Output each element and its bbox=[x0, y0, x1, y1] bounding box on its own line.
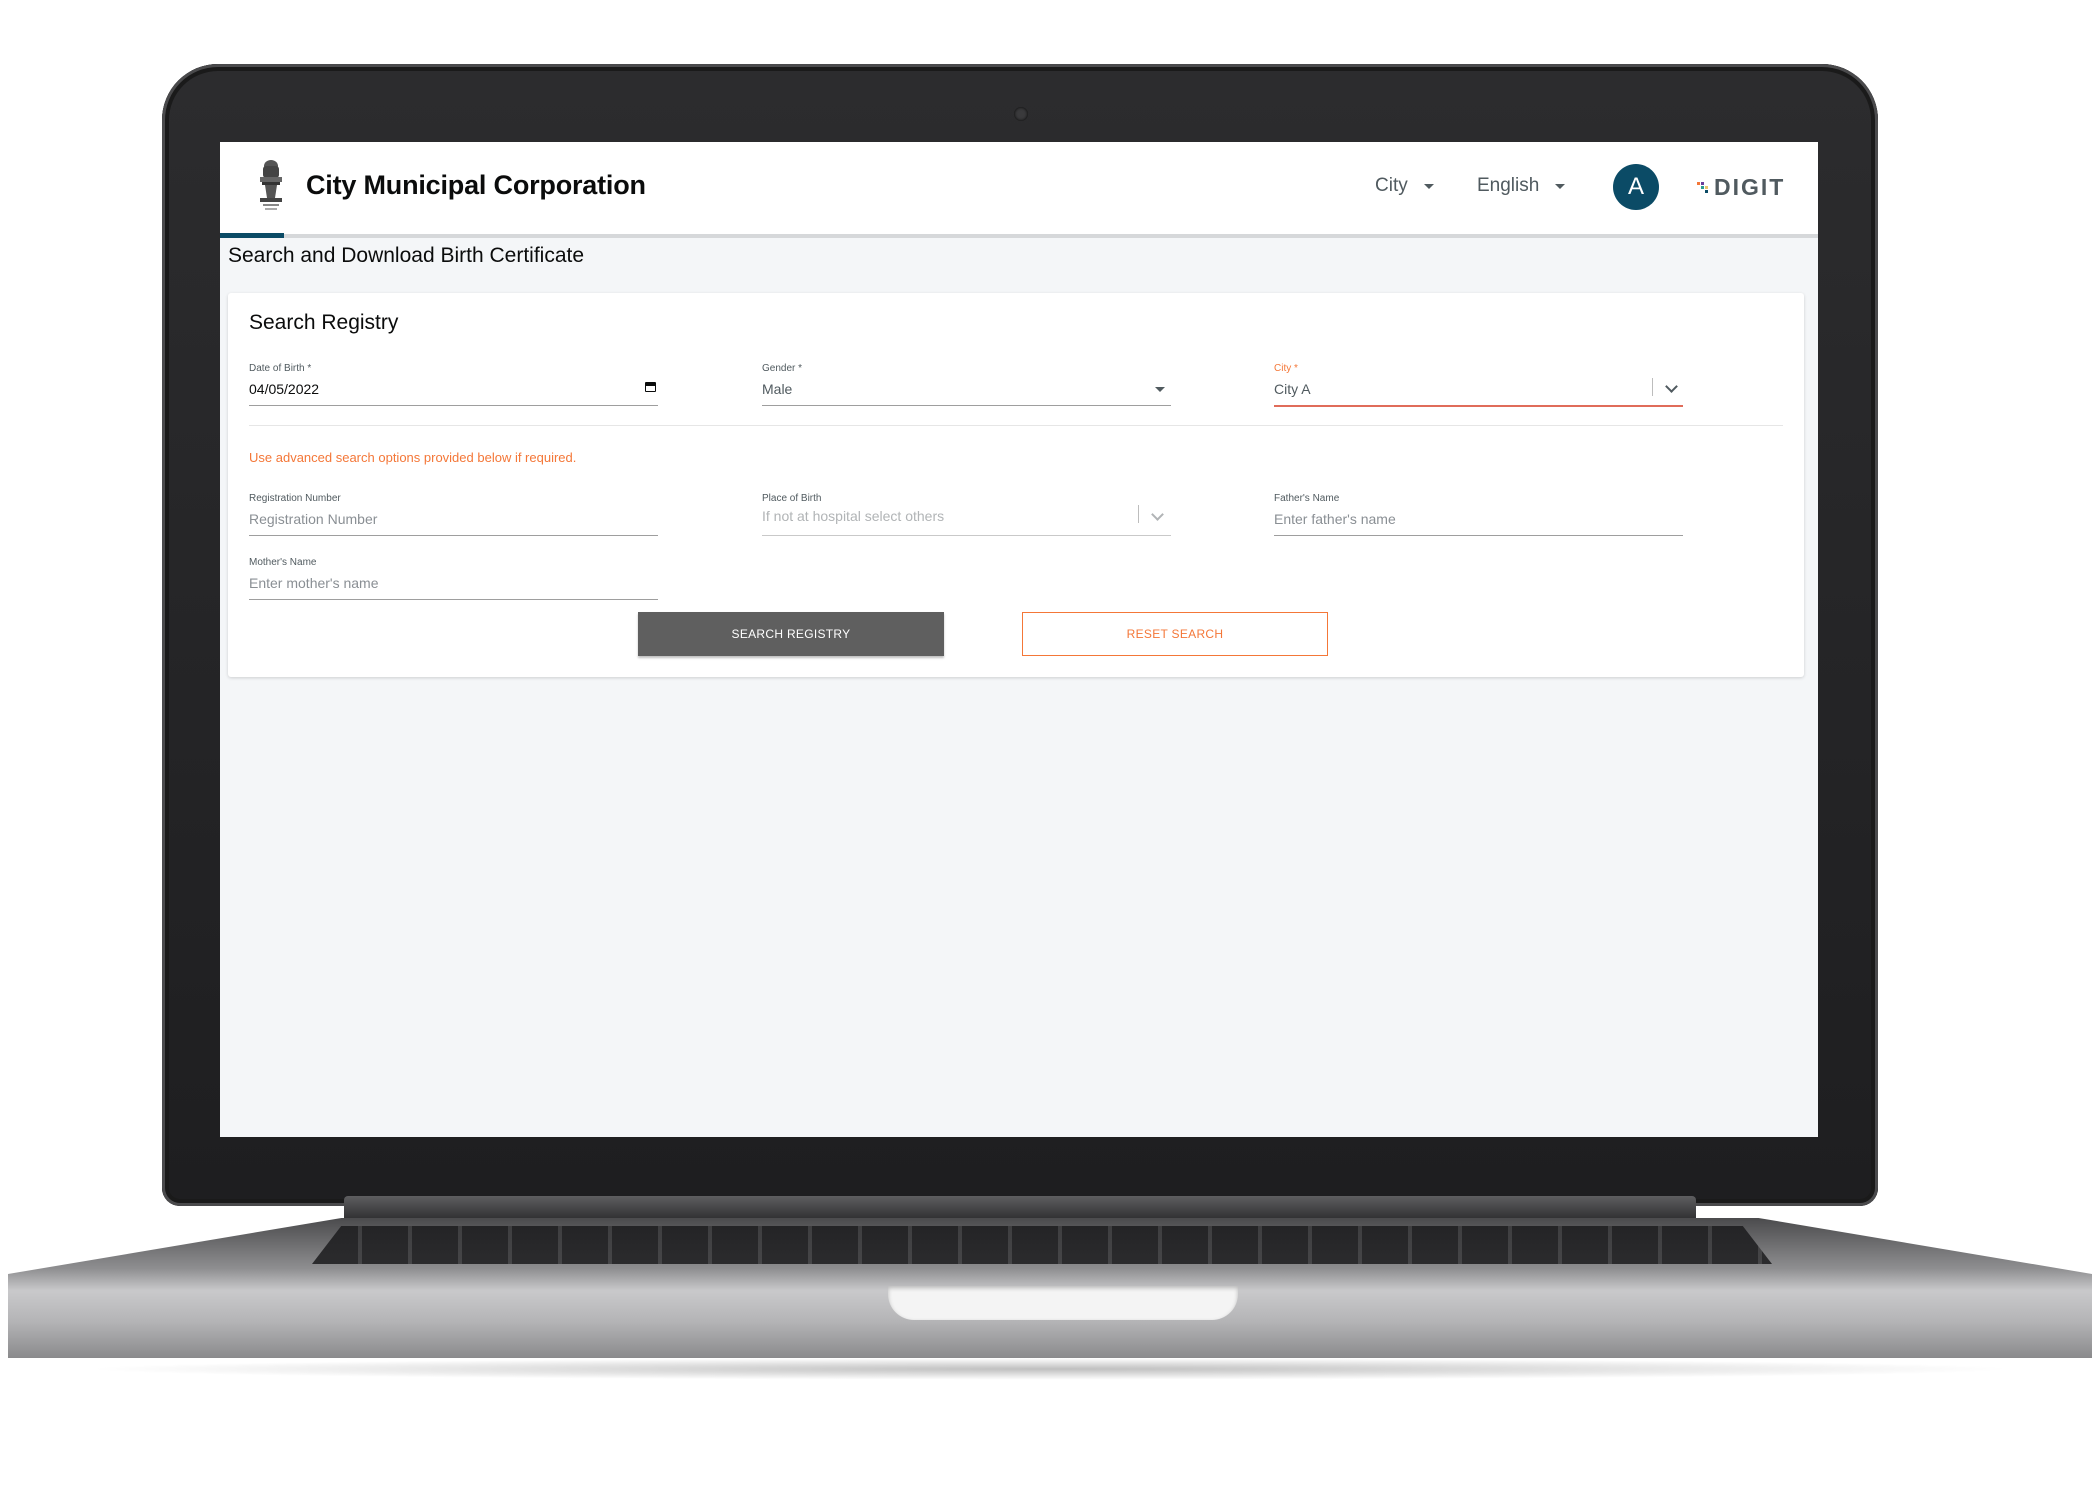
digit-logo-text: DIGIT bbox=[1714, 174, 1786, 200]
date-of-birth-field[interactable]: Date of Birth * 04/05/2022 bbox=[249, 363, 658, 406]
search-registry-button[interactable]: SEARCH REGISTRY bbox=[638, 612, 944, 656]
select-separator bbox=[1138, 505, 1139, 523]
search-registry-card: Search Registry Date of Birth * 04/05/20… bbox=[228, 293, 1804, 677]
caret-down-icon bbox=[1155, 387, 1165, 392]
city-label: City * bbox=[1274, 363, 1298, 374]
language-dropdown-label: English bbox=[1477, 175, 1540, 196]
keyboard bbox=[312, 1226, 1772, 1264]
digit-logo: DIGIT bbox=[1696, 174, 1785, 201]
org-name: City Municipal Corporation bbox=[306, 170, 646, 200]
city-dropdown-label: City bbox=[1375, 175, 1408, 196]
city-select[interactable]: City * City A bbox=[1274, 363, 1683, 407]
select-separator bbox=[1652, 378, 1653, 396]
caret-down-icon bbox=[1555, 183, 1566, 189]
mothers-name-field[interactable]: Mother's Name Enter mother's name bbox=[249, 557, 658, 600]
registration-number-label: Registration Number bbox=[249, 493, 341, 504]
date-of-birth-label: Date of Birth * bbox=[249, 363, 312, 374]
place-of-birth-label: Place of Birth bbox=[762, 493, 822, 504]
nav-accent-bar bbox=[220, 233, 284, 238]
city-dropdown[interactable]: City bbox=[1375, 175, 1434, 197]
trackpad-notch bbox=[888, 1286, 1238, 1320]
section-divider bbox=[249, 425, 1783, 426]
place-of-birth-placeholder: If not at hospital select others bbox=[762, 508, 945, 524]
chevron-down-icon[interactable] bbox=[1151, 508, 1164, 521]
camera bbox=[1014, 107, 1028, 121]
national-emblem-icon bbox=[260, 160, 282, 210]
city-value: City A bbox=[1274, 381, 1311, 397]
gender-value: Male bbox=[762, 381, 793, 397]
caret-down-icon bbox=[1423, 183, 1434, 189]
calendar-icon[interactable] bbox=[645, 382, 656, 392]
fathers-name-label: Father's Name bbox=[1274, 493, 1340, 504]
date-of-birth-value: 04/05/2022 bbox=[249, 381, 320, 397]
mothers-name-label: Mother's Name bbox=[249, 557, 317, 568]
registration-number-placeholder: Registration Number bbox=[249, 511, 378, 527]
user-avatar[interactable]: A bbox=[1613, 164, 1659, 210]
chevron-down-icon[interactable] bbox=[1665, 380, 1678, 393]
fathers-name-placeholder: Enter father's name bbox=[1274, 511, 1396, 527]
laptop-shadow bbox=[80, 1358, 2020, 1380]
language-dropdown[interactable]: English bbox=[1477, 175, 1566, 197]
place-of-birth-select[interactable]: Place of Birth If not at hospital select… bbox=[762, 493, 1171, 536]
mothers-name-placeholder: Enter mother's name bbox=[249, 575, 379, 591]
digit-logo-icon bbox=[1697, 181, 1708, 193]
advanced-search-hint: Use advanced search options provided bel… bbox=[249, 450, 577, 465]
app-screen: City Municipal Corporation City English … bbox=[220, 142, 1818, 1137]
reset-search-button[interactable]: RESET SEARCH bbox=[1022, 612, 1328, 656]
top-bar: City Municipal Corporation City English … bbox=[220, 142, 1818, 238]
card-title: Search Registry bbox=[249, 311, 399, 334]
registration-number-field[interactable]: Registration Number Registration Number bbox=[249, 493, 658, 536]
gender-select[interactable]: Gender * Male bbox=[762, 363, 1171, 406]
gender-label: Gender * bbox=[762, 363, 803, 374]
fathers-name-field[interactable]: Father's Name Enter father's name bbox=[1274, 493, 1683, 536]
page-title: Search and Download Birth Certificate bbox=[228, 244, 585, 267]
avatar-initial: A bbox=[1627, 173, 1644, 200]
